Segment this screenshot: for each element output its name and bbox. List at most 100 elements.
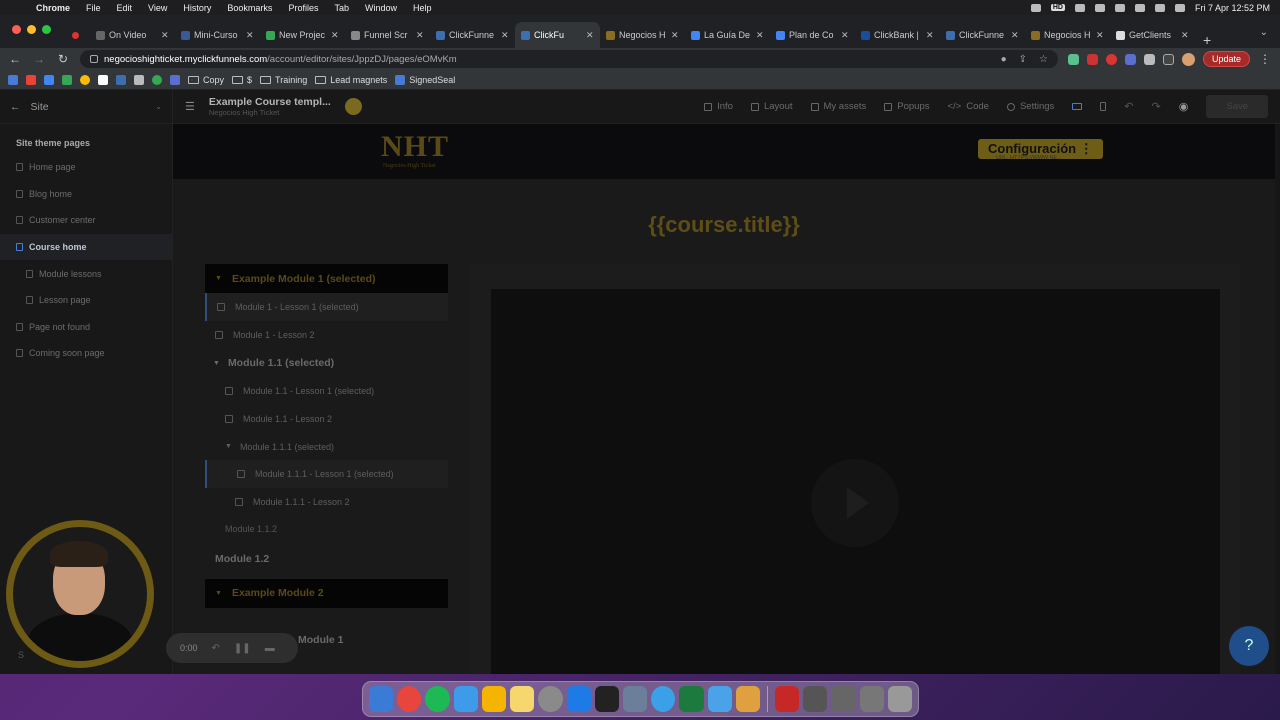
sidebar-page-item[interactable]: Customer center: [0, 207, 172, 234]
chrome-icon[interactable]: [80, 74, 90, 85]
new-tab-button[interactable]: +: [1203, 32, 1211, 48]
finder-icon[interactable]: [369, 686, 394, 712]
quicktime-icon[interactable]: [651, 686, 676, 712]
browser-tab[interactable]: La Guía De ✕: [685, 22, 770, 48]
mobile-view-icon[interactable]: [1100, 102, 1107, 111]
browser-tab[interactable]: New Projec ✕: [260, 22, 345, 48]
close-tab-icon[interactable]: ✕: [331, 30, 339, 41]
share-icon[interactable]: ⇪: [1019, 54, 1027, 65]
redo-icon[interactable]: ↷: [1152, 100, 1161, 113]
minimize-window-button[interactable]: [27, 25, 36, 34]
settings-button[interactable]: Settings: [1006, 101, 1054, 112]
close-tab-icon[interactable]: ✕: [926, 30, 934, 41]
sidebar-page-item[interactable]: Lesson page: [0, 287, 172, 314]
menu-view[interactable]: View: [148, 3, 167, 13]
cloud-icon[interactable]: [1094, 3, 1105, 12]
calendar-icon[interactable]: [44, 74, 54, 85]
recorder-icon[interactable]: [775, 686, 800, 712]
browser-tab[interactable]: ClickFu ✕: [515, 22, 600, 48]
submodule-header[interactable]: ▼ Module 1.1 (selected): [205, 349, 448, 378]
bookmark-icon[interactable]: [152, 74, 162, 85]
browser-tab[interactable]: ClickFunne ✕: [940, 22, 1025, 48]
menu-tab[interactable]: Tab: [334, 3, 349, 13]
bookmark-folder[interactable]: Lead magnets: [315, 75, 387, 85]
lock-icon[interactable]: [90, 55, 98, 63]
close-tab-icon[interactable]: ✕: [1096, 30, 1104, 41]
tab-search-icon[interactable]: ⌄: [1260, 27, 1268, 38]
restart-icon[interactable]: ↶: [212, 643, 220, 654]
excel-icon[interactable]: [679, 686, 704, 712]
chevron-down-icon[interactable]: ⌄: [155, 102, 162, 111]
control-center-icon[interactable]: [1174, 3, 1185, 12]
module-header[interactable]: ▼ Example Module 2: [205, 578, 448, 608]
browser-tab[interactable]: GetClients ✕: [1110, 22, 1195, 48]
forward-icon[interactable]: →: [32, 52, 46, 66]
help-chat-icon[interactable]: ?: [1229, 626, 1269, 666]
chevron-down-icon[interactable]: ▼: [215, 590, 222, 597]
lesson-item[interactable]: Module 1 - Lesson 1 (selected): [205, 293, 448, 321]
play-icon[interactable]: [811, 459, 899, 547]
browser-tab[interactable]: Negocios H ✕: [1025, 22, 1110, 48]
close-tab-icon[interactable]: ✕: [161, 30, 169, 41]
reload-icon[interactable]: ↻: [56, 52, 70, 66]
sidebar-page-item[interactable]: Coming soon page: [0, 340, 172, 367]
voice-search-icon[interactable]: ●: [1001, 54, 1007, 65]
browser-tab[interactable]: Funnel Scr ✕: [345, 22, 430, 48]
back-icon[interactable]: ←: [8, 52, 22, 66]
lesson-item[interactable]: Module 1.1.1 - Lesson 1 (selected): [205, 460, 448, 488]
extension-icon[interactable]: [1124, 53, 1136, 65]
layout-button[interactable]: Layout: [750, 101, 793, 112]
site-logo[interactable]: NHT: [381, 130, 449, 164]
mic-icon[interactable]: [1030, 3, 1041, 12]
save-button[interactable]: Save: [1206, 95, 1268, 118]
sidebar-page-item[interactable]: Blog home: [0, 181, 172, 208]
bookmark-folder[interactable]: Training: [260, 75, 307, 85]
clock[interactable]: Fri 7 Apr 12:52 PM: [1195, 3, 1270, 13]
notion-icon[interactable]: [98, 74, 108, 85]
address-bar[interactable]: negocioshighticket.myclickfunnels.com/ac…: [80, 50, 1058, 68]
bookmark-icon[interactable]: [134, 74, 144, 85]
browser-tab[interactable]: [66, 22, 90, 48]
profile-avatar[interactable]: [1181, 52, 1195, 66]
info-button[interactable]: Info: [704, 101, 733, 112]
menu-help[interactable]: Help: [413, 3, 432, 13]
menu-window[interactable]: Window: [365, 3, 397, 13]
apps-icon[interactable]: [8, 74, 18, 85]
spotify-icon[interactable]: [425, 686, 450, 712]
close-tab-icon[interactable]: ✕: [416, 30, 424, 41]
safari-icon[interactable]: [453, 686, 478, 712]
extension-icon[interactable]: [1067, 53, 1079, 65]
course-title[interactable]: {{course.title}}: [173, 212, 1275, 238]
hd-badge[interactable]: HD: [1050, 4, 1065, 11]
browser-tab[interactable]: Negocios H ✕: [600, 22, 685, 48]
close-tab-icon[interactable]: ✕: [1181, 30, 1189, 41]
subsubmodule-header[interactable]: ▼ Module 1.1.1 (selected): [205, 433, 448, 460]
window-icon[interactable]: [859, 686, 884, 712]
browser-tab[interactable]: Plan de Co ✕: [770, 22, 855, 48]
update-button[interactable]: Update: [1202, 51, 1250, 67]
menu-profiles[interactable]: Profiles: [288, 3, 318, 13]
drive-icon[interactable]: [62, 74, 72, 85]
photos-icon[interactable]: [481, 686, 507, 712]
chevron-down-icon[interactable]: ▼: [213, 360, 220, 367]
close-tab-icon[interactable]: ✕: [501, 30, 509, 41]
trash-icon[interactable]: ▬: [265, 643, 275, 654]
chevron-down-icon[interactable]: ▼: [225, 443, 232, 450]
bookmark-icon[interactable]: [170, 74, 180, 85]
chrome-dock-icon[interactable]: [397, 686, 422, 712]
preview-eye-icon[interactable]: ◉: [1179, 100, 1189, 113]
code-button[interactable]: </> Code: [948, 101, 989, 112]
submodule-item[interactable]: Module 1.1.2: [205, 516, 448, 543]
close-tab-icon[interactable]: ✕: [841, 30, 849, 41]
lesson-item[interactable]: Module 1.1 - Lesson 1 (selected): [205, 378, 448, 406]
menu-bookmarks[interactable]: Bookmarks: [227, 3, 272, 13]
lesson-item[interactable]: Module 1.1 - Lesson 2: [205, 405, 448, 433]
drinks-app-icon[interactable]: [735, 686, 761, 712]
lesson-item[interactable]: Module 1 - Lesson 2: [205, 321, 448, 349]
browser-tab[interactable]: On Video ✕: [90, 22, 175, 48]
chevron-down-icon[interactable]: ▼: [215, 275, 222, 282]
gmail-icon[interactable]: [26, 74, 36, 85]
app-status-icon[interactable]: [1074, 3, 1085, 12]
sidebar-page-item[interactable]: Course home: [0, 233, 172, 261]
menu-edit[interactable]: Edit: [117, 3, 133, 13]
